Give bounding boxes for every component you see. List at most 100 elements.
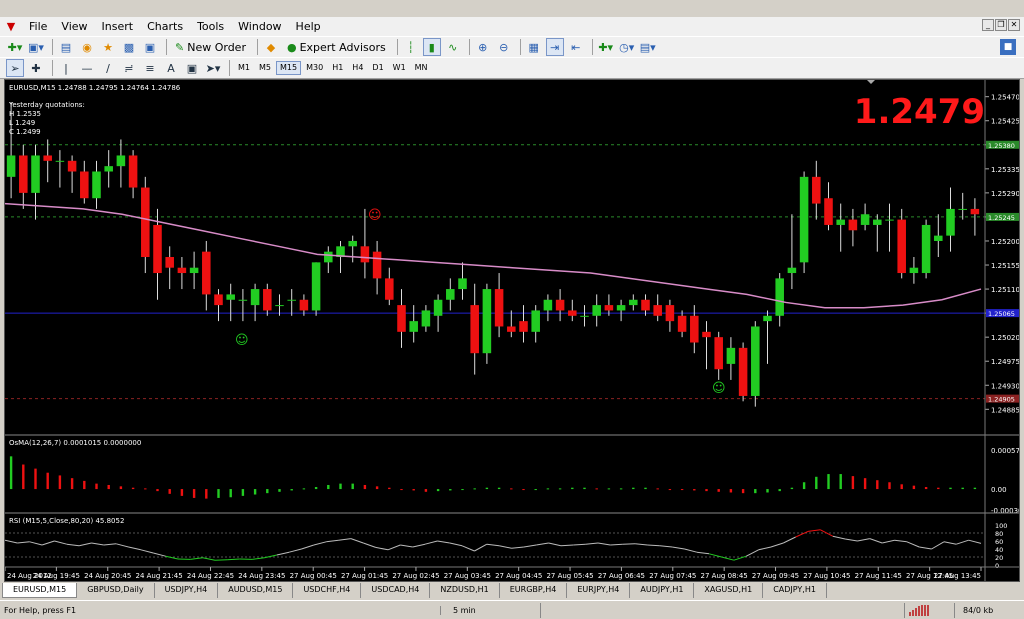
chart-tab[interactable]: NZDUSD,H1 xyxy=(430,583,500,598)
cursor-icon[interactable]: ➢ xyxy=(6,59,24,77)
chart-tab[interactable]: USDJPY,H4 xyxy=(154,583,219,598)
indicators-icon[interactable]: ✚▾ xyxy=(597,38,615,56)
vertical-line-icon[interactable]: | xyxy=(57,59,75,77)
timeframe-mn[interactable]: MN xyxy=(411,61,432,75)
menu-help[interactable]: Help xyxy=(289,20,328,33)
chart-shift-marker[interactable] xyxy=(867,80,875,84)
timeframe-m1[interactable]: M1 xyxy=(234,61,254,75)
market-watch-icon[interactable]: ▤ xyxy=(57,38,75,56)
auto-scroll-icon[interactable]: ⇥ xyxy=(545,38,564,56)
navigator-icon[interactable]: ★ xyxy=(99,38,117,56)
chart-tab[interactable]: AUDJPY,H1 xyxy=(630,583,695,598)
periods-icon[interactable]: ◷▾ xyxy=(618,38,636,56)
menu-insert[interactable]: Insert xyxy=(95,20,141,33)
data-window-icon[interactable]: ◉ xyxy=(78,38,96,56)
candle-bear xyxy=(604,305,614,311)
timeframe-d1[interactable]: D1 xyxy=(368,61,387,75)
chart-tab[interactable]: USDCAD,H4 xyxy=(361,583,431,598)
rsi-segment xyxy=(536,542,549,546)
time-axis-label: 27 Aug 04:45 xyxy=(495,572,542,580)
menu-file[interactable]: File xyxy=(22,20,54,33)
menu-view[interactable]: View xyxy=(54,20,94,33)
help-icon[interactable]: ■ xyxy=(1000,39,1016,55)
price-axis-label: 1.25155 xyxy=(991,262,1019,270)
time-axis-label: 27 Aug 10:45 xyxy=(803,572,850,580)
level-price-label: 1.25380 xyxy=(988,142,1015,150)
rsi-segment xyxy=(66,543,80,547)
menu-window[interactable]: Window xyxy=(231,20,288,33)
horizontal-line-icon[interactable]: — xyxy=(78,59,96,77)
line-chart-icon[interactable]: ∿ xyxy=(444,38,462,56)
close-icon[interactable]: ✕ xyxy=(1008,19,1020,31)
osma-bar xyxy=(314,487,318,490)
osma-bar xyxy=(302,488,306,490)
chart-shift-icon[interactable]: ⇤ xyxy=(567,38,585,56)
zoom-out-icon[interactable]: ⊖ xyxy=(495,38,513,56)
osma-bar xyxy=(278,489,281,492)
tile-windows-icon[interactable]: ▦ xyxy=(525,38,543,56)
bar-chart-icon[interactable]: ┆ xyxy=(402,38,420,56)
osma-bar xyxy=(388,487,391,490)
strategy-tester-icon[interactable]: ▣ xyxy=(141,38,159,56)
channel-icon[interactable]: ≓ xyxy=(120,59,138,77)
candle-bear xyxy=(714,337,723,370)
arrows-icon[interactable]: ➤▾ xyxy=(204,59,222,77)
chart-tab[interactable]: AUDUSD,M15 xyxy=(218,583,294,598)
expert-advisors-button[interactable]: ● Expert Advisors xyxy=(283,38,390,56)
new-chart-icon[interactable]: ✚▾ xyxy=(6,38,24,56)
chart-window[interactable]: EURUSD,M15 1.24788 1.24795 1.24764 1.247… xyxy=(4,79,1024,582)
candle-bull xyxy=(482,289,492,354)
candlestick-chart-icon[interactable]: ▮ xyxy=(422,38,441,56)
candle-bull xyxy=(226,294,235,300)
osma-bar xyxy=(34,468,37,490)
chart-tab[interactable]: CADJPY,H1 xyxy=(763,583,827,598)
connection-status-icon[interactable] xyxy=(904,602,954,618)
chart-tab[interactable]: EURGBP,H4 xyxy=(499,583,568,598)
osma-bar xyxy=(522,489,525,491)
timeframe-h4[interactable]: H4 xyxy=(348,61,367,75)
rsi-segment xyxy=(375,546,389,551)
fibonacci-icon[interactable]: ≡ xyxy=(141,59,159,77)
rsi-segment xyxy=(424,540,438,545)
trendline-icon[interactable]: ∕ xyxy=(99,59,117,77)
timeframe-m30[interactable]: M30 xyxy=(302,61,327,75)
timeframe-h1[interactable]: H1 xyxy=(328,61,347,75)
rsi-segment xyxy=(400,544,413,548)
rsi-segment xyxy=(153,552,166,557)
metaeditor-icon[interactable]: ◆ xyxy=(262,38,280,56)
text-icon[interactable]: A xyxy=(162,59,180,77)
moving-average-line xyxy=(4,202,982,309)
menu-tools[interactable]: Tools xyxy=(190,20,231,33)
restore-icon[interactable]: ❐ xyxy=(995,19,1007,31)
time-axis-label: 24 Aug 19:45 xyxy=(33,572,80,580)
chart-tab[interactable]: EURUSD,M15 xyxy=(2,583,78,598)
timeframe-m15[interactable]: M15 xyxy=(276,61,302,75)
profiles-icon[interactable]: ▣▾ xyxy=(27,38,45,56)
toolbar-separator xyxy=(519,39,521,55)
chart-canvas[interactable]: EURUSD,M15 1.24788 1.24795 1.24764 1.247… xyxy=(4,80,1024,581)
zoom-in-icon[interactable]: ⊕ xyxy=(474,38,492,56)
timeframe-w1[interactable]: W1 xyxy=(389,61,410,75)
candle-bull xyxy=(311,262,321,311)
chart-tab[interactable]: EURJPY,H4 xyxy=(567,583,631,598)
terminal-icon[interactable]: ▩ xyxy=(120,38,138,56)
crosshair-icon[interactable]: ✚ xyxy=(27,59,45,77)
candle-bull xyxy=(934,235,943,241)
templates-icon[interactable]: ▤▾ xyxy=(639,38,657,56)
new-order-button[interactable]: ✎ New Order xyxy=(171,38,250,56)
candle-bull xyxy=(104,166,113,172)
text-label-icon[interactable]: ▣ xyxy=(183,59,201,77)
minimize-icon[interactable]: _ xyxy=(982,19,994,31)
osma-bar xyxy=(583,487,586,490)
yesterday-low: L 1.249 xyxy=(9,119,35,127)
chart-tab[interactable]: USDCHF,H4 xyxy=(293,583,362,598)
rsi-segment xyxy=(597,542,611,546)
price-axis-label: 1.25290 xyxy=(991,190,1019,198)
rsi-segment xyxy=(832,535,846,540)
osma-bar xyxy=(802,482,806,490)
candle-bear xyxy=(470,305,479,354)
chart-tab[interactable]: GBPUSD,Daily xyxy=(77,583,155,598)
timeframe-m5[interactable]: M5 xyxy=(255,61,275,75)
chart-tab[interactable]: XAGUSD,H1 xyxy=(694,583,764,598)
menu-charts[interactable]: Charts xyxy=(140,20,190,33)
